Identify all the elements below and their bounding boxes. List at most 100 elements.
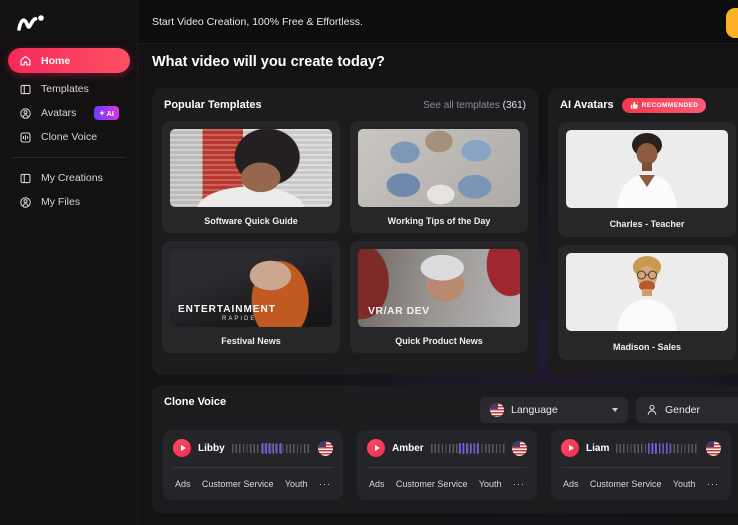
promo-text: Start Video Creation, 100% Free & Effort… [152, 16, 363, 28]
thumbnail-overlay-subtext: RAPIDE [222, 316, 256, 322]
sidebar-divider [12, 157, 126, 158]
more-tags-button[interactable]: ··· [707, 479, 719, 489]
voice-tag[interactable]: Ads [175, 479, 191, 489]
divider [173, 467, 333, 468]
sidebar-item-clone-voice[interactable]: Clone Voice [8, 125, 130, 149]
us-flag-icon [318, 441, 333, 456]
template-card-working-tips[interactable]: Working Tips of the Day [350, 121, 528, 233]
sidebar-item-my-creations[interactable]: My Creations [8, 166, 130, 190]
section-title: Popular Templates [164, 99, 262, 111]
avatar-portrait [566, 130, 728, 208]
clone-voice-icon [19, 131, 32, 144]
gender-filter-label: Gender [665, 404, 700, 416]
clone-voice-panel: Clone Voice Language Gender Libby [152, 385, 738, 513]
avatar-card-charles[interactable]: Charles - Teacher [558, 122, 736, 237]
sidebar: Home Templates Avatars AI [0, 0, 138, 525]
ai-feature-badge: AI [94, 106, 120, 120]
my-creations-icon [19, 172, 32, 185]
template-label: Software Quick Guide [166, 216, 336, 226]
sidebar-item-label: Avatars [41, 107, 76, 119]
language-filter-dropdown[interactable]: Language [480, 397, 628, 423]
voice-card-libby: Libby Ads Customer Service Youth ··· [163, 430, 343, 500]
recommended-label: RECOMMENDED [642, 102, 699, 109]
voice-name: Liam [586, 443, 609, 454]
more-tags-button[interactable]: ··· [513, 479, 525, 489]
see-all-templates-link[interactable]: See all templates (361) [423, 100, 526, 111]
voice-tag[interactable]: Ads [369, 479, 385, 489]
app-root: Home Templates Avatars AI [0, 0, 738, 525]
template-label: Festival News [166, 336, 336, 346]
popular-templates-panel: Popular Templates See all templates (361… [152, 88, 538, 375]
template-card-festival-news[interactable]: ENTERTAINMENT RAPIDE Festival News [162, 241, 340, 353]
topbar: Start Video Creation, 100% Free & Effort… [138, 0, 738, 44]
thumbnail-overlay-text: VR/AR DEV [368, 305, 430, 317]
recommended-badge: RECOMMENDED [622, 98, 707, 113]
us-flag-icon [512, 441, 527, 456]
avatar-card-madison[interactable]: Madison - Sales [558, 245, 736, 360]
thumbs-up-icon [630, 101, 639, 110]
play-voice-button[interactable] [367, 439, 385, 457]
template-thumbnail: VR/AR DEV [358, 249, 520, 327]
divider [367, 467, 527, 468]
us-flag-icon [706, 441, 721, 456]
avatars-icon [19, 107, 32, 120]
play-voice-button[interactable] [173, 439, 191, 457]
template-thumbnail [170, 129, 332, 207]
ai-avatars-header: AI Avatars RECOMMENDED [560, 97, 736, 113]
sidebar-item-label: My Files [41, 196, 80, 208]
template-thumbnail: ENTERTAINMENT RAPIDE [170, 249, 332, 327]
templates-icon [19, 83, 32, 96]
voice-waveform [232, 444, 311, 453]
sidebar-item-home[interactable]: Home [8, 48, 130, 73]
see-all-label: See all templates [423, 100, 500, 111]
template-card-quick-product-news[interactable]: VR/AR DEV Quick Product News [350, 241, 528, 353]
section-title: AI Avatars [560, 99, 614, 111]
us-flag-icon [490, 403, 504, 417]
section-title: Clone Voice [164, 396, 226, 408]
play-voice-button[interactable] [561, 439, 579, 457]
voice-waveform [616, 444, 699, 453]
thumbnail-overlay-text: ENTERTAINMENT [178, 304, 276, 315]
voice-name: Libby [198, 443, 225, 454]
voice-tag[interactable]: Youth [479, 479, 502, 489]
avatar-label: Madison - Sales [562, 342, 732, 352]
voice-name: Amber [392, 443, 424, 454]
template-label: Quick Product News [354, 336, 524, 346]
voice-tag[interactable]: Customer Service [396, 479, 468, 489]
sidebar-item-templates[interactable]: Templates [8, 77, 130, 101]
app-logo[interactable] [15, 10, 47, 34]
gender-filter-dropdown[interactable]: Gender [636, 397, 738, 423]
sidebar-item-label: My Creations [41, 172, 103, 184]
template-card-software-quick-guide[interactable]: Software Quick Guide [162, 121, 340, 233]
sparkle-icon [99, 110, 105, 116]
main-content: What video will you create today? Popula… [138, 44, 738, 525]
voice-tag[interactable]: Customer Service [202, 479, 274, 489]
page-title: What video will you create today? [152, 54, 385, 70]
sidebar-item-label: Home [41, 55, 70, 67]
more-tags-button[interactable]: ··· [319, 479, 331, 489]
ai-badge-label: AI [107, 109, 115, 118]
voice-card-liam: Liam Ads Customer Service Youth ··· [551, 430, 731, 500]
sidebar-nav: Home Templates Avatars AI [8, 48, 130, 214]
my-files-icon [19, 196, 32, 209]
sidebar-item-label: Clone Voice [41, 131, 97, 143]
divider [561, 467, 721, 468]
voice-tag[interactable]: Ads [563, 479, 579, 489]
voice-tag[interactable]: Youth [673, 479, 696, 489]
sidebar-item-my-files[interactable]: My Files [8, 190, 130, 214]
voice-waveform [431, 444, 505, 453]
home-icon [19, 54, 32, 67]
popular-templates-header: Popular Templates See all templates (361… [164, 97, 526, 113]
logo-wave-icon [15, 10, 47, 34]
upgrade-button[interactable] [726, 8, 738, 38]
ai-avatars-panel: AI Avatars RECOMMENDED [548, 88, 738, 375]
voice-tag[interactable]: Customer Service [590, 479, 662, 489]
sidebar-item-avatars[interactable]: Avatars AI [8, 101, 130, 125]
person-icon [646, 404, 658, 416]
templates-count: (361) [503, 100, 526, 111]
template-thumbnail [358, 129, 520, 207]
chevron-down-icon [612, 408, 618, 412]
voice-tag[interactable]: Youth [285, 479, 308, 489]
sidebar-item-label: Templates [41, 83, 89, 95]
template-label: Working Tips of the Day [354, 216, 524, 226]
